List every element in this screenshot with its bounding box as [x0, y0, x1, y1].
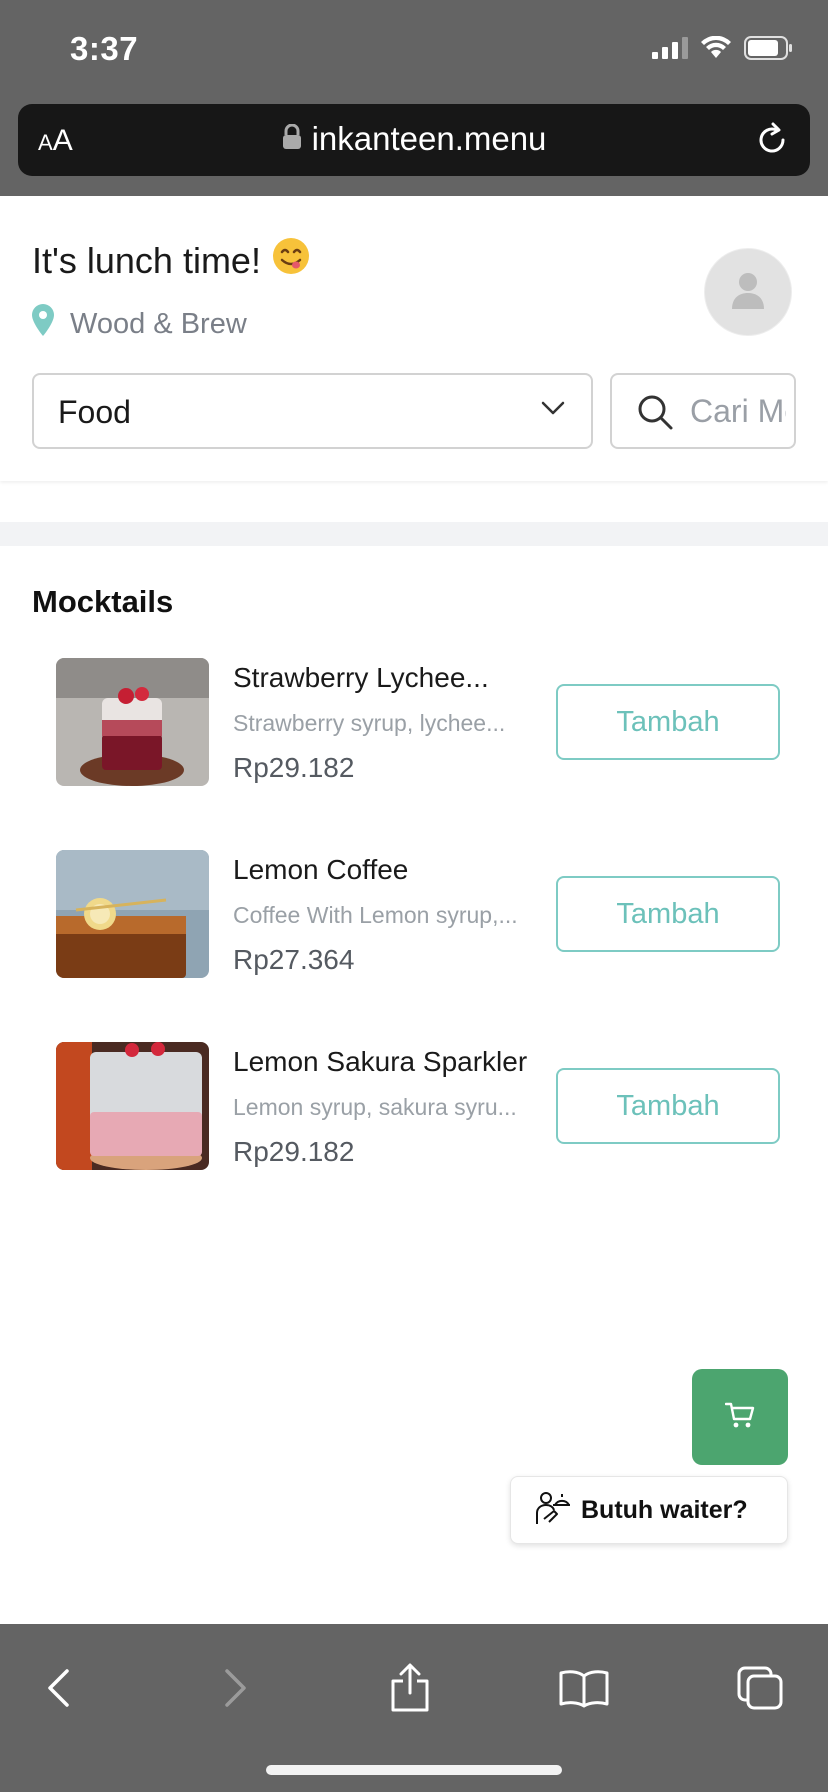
share-button[interactable] — [378, 1658, 442, 1722]
cart-icon — [724, 1401, 755, 1434]
call-waiter-button[interactable]: Butuh waiter? — [510, 1476, 788, 1544]
item-photo — [56, 1042, 209, 1170]
share-icon — [389, 1663, 431, 1718]
home-indicator — [266, 1765, 562, 1775]
category-select[interactable]: Food — [32, 373, 593, 449]
waiter-icon — [535, 1491, 571, 1530]
item-name: Strawberry Lychee... — [233, 662, 489, 693]
search-box[interactable] — [610, 373, 796, 449]
menu-item[interactable]: Lemon Coffee Coffee With Lemon syrup,...… — [0, 850, 828, 1042]
greeting-text: It's lunch time! — [32, 239, 261, 281]
tabs-icon — [737, 1666, 783, 1715]
item-photo — [56, 850, 209, 978]
url-text: inkanteen.menu — [311, 120, 547, 157]
location: Wood & Brew — [32, 304, 247, 344]
forward-icon — [223, 1668, 249, 1713]
signal-icon — [652, 37, 688, 64]
item-price: Rp27.364 — [233, 944, 355, 975]
battery-icon — [744, 36, 794, 65]
waiter-label: Butuh waiter? — [581, 1495, 748, 1524]
menu-item[interactable]: Lemon Sakura Sparkler Lemon syrup, sakur… — [0, 1042, 828, 1234]
menu-item[interactable]: Strawberry Lychee... Strawberry syrup, l… — [0, 658, 828, 850]
section-divider — [0, 522, 828, 546]
status-time: 3:37 — [70, 30, 139, 67]
item-price: Rp29.182 — [233, 1136, 355, 1167]
search-input[interactable] — [690, 389, 786, 433]
avatar-icon — [731, 271, 765, 314]
wifi-icon — [700, 35, 732, 65]
add-button[interactable]: Tambah — [556, 684, 780, 760]
avatar[interactable] — [704, 248, 792, 336]
add-button[interactable]: Tambah — [556, 876, 780, 952]
location-pin-icon — [32, 304, 54, 344]
item-price: Rp29.182 — [233, 752, 355, 783]
reload-button[interactable] — [752, 120, 792, 160]
page-header: It's lunch time! Wood & Brew Food — [0, 196, 828, 481]
item-name: Lemon Coffee — [233, 854, 409, 885]
item-description: Lemon syrup, sakura syru... — [233, 1094, 517, 1120]
bookmarks-button[interactable] — [552, 1658, 616, 1722]
url-display[interactable]: inkanteen.menu — [18, 120, 810, 158]
status-icons — [652, 35, 794, 65]
menu-list: Strawberry Lychee... Strawberry syrup, l… — [0, 658, 828, 1234]
item-description: Strawberry syrup, lychee... — [233, 710, 506, 736]
yum-emoji-icon — [271, 236, 311, 285]
item-name: Lemon Sakura Sparkler — [233, 1046, 528, 1077]
search-icon — [636, 393, 674, 436]
bookmarks-icon — [558, 1668, 610, 1713]
forward-button[interactable] — [204, 1658, 268, 1722]
tabs-button[interactable] — [728, 1658, 792, 1722]
lock-icon — [282, 123, 302, 155]
section-title: Mocktails — [32, 584, 174, 619]
back-button[interactable] — [26, 1658, 90, 1722]
add-button[interactable]: Tambah — [556, 1068, 780, 1144]
address-bar[interactable]: AA inkanteen.menu — [18, 104, 810, 176]
reload-icon — [752, 122, 792, 164]
cart-button[interactable] — [692, 1369, 788, 1465]
chevron-down-icon — [541, 401, 565, 420]
location-name: Wood & Brew — [70, 307, 247, 340]
category-value: Food — [58, 394, 131, 430]
item-photo — [56, 658, 209, 786]
status-bar: 3:37 — [0, 0, 828, 96]
browser-chrome: AA inkanteen.menu — [0, 96, 828, 196]
greeting: It's lunch time! — [32, 236, 311, 285]
item-description: Coffee With Lemon syrup,... — [233, 902, 518, 928]
back-icon — [45, 1668, 71, 1713]
